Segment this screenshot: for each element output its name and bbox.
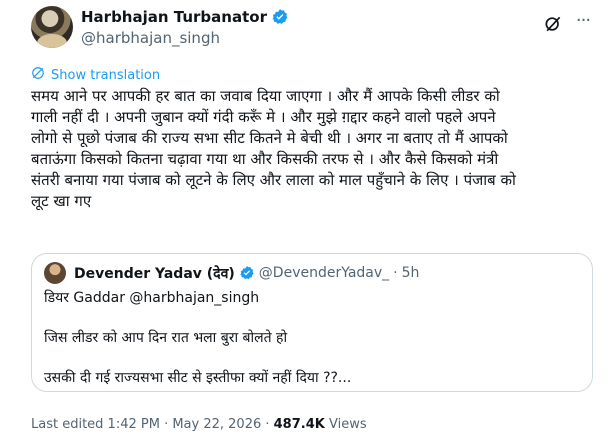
separator-dot: · [393, 265, 398, 281]
edited-timestamp[interactable]: Last edited 1:42 PM · May 22, 2026 · [31, 417, 274, 432]
author-name-row: Harbhajan Turbanator [81, 8, 289, 26]
author-name[interactable]: Harbhajan Turbanator [81, 8, 267, 26]
verified-badge-icon [271, 8, 289, 26]
quoted-tweet[interactable]: Devender Yadav (देव) @DevenderYadav_ · 5… [31, 253, 593, 392]
quoted-author-handle[interactable]: @DevenderYadav_ [259, 265, 389, 281]
views-count: 487.4K [273, 417, 325, 432]
more-icon[interactable]: ··· [573, 12, 593, 34]
quoted-tweet-header: Devender Yadav (देव) @DevenderYadav_ · 5… [44, 262, 419, 284]
author-handle[interactable]: @harbhajan_singh [81, 29, 220, 47]
views-label: Views [324, 417, 367, 432]
quoted-tweet-text: डियर Gaddar @harbhajan_singh जिस लीडर को… [44, 290, 352, 386]
author-avatar[interactable] [31, 6, 73, 48]
quoted-author-name[interactable]: Devender Yadav (देव) [74, 264, 235, 283]
grok-icon[interactable] [543, 14, 563, 34]
tweet-text: समय आने पर आपकी हर बात का जवाब दिया जाएग… [31, 87, 516, 210]
quoted-timestamp[interactable]: 5h [402, 265, 420, 281]
quoted-author-avatar[interactable] [44, 262, 66, 284]
show-translation-label: Show translation [51, 67, 161, 83]
verified-badge-icon [239, 265, 255, 281]
tweet-meta: Last edited 1:42 PM · May 22, 2026 · 487… [31, 417, 367, 432]
show-translation-link[interactable]: Show translation [31, 66, 160, 84]
tweet-header: Harbhajan Turbanator @harbhajan_singh ··… [31, 6, 593, 50]
translate-icon [31, 66, 45, 84]
